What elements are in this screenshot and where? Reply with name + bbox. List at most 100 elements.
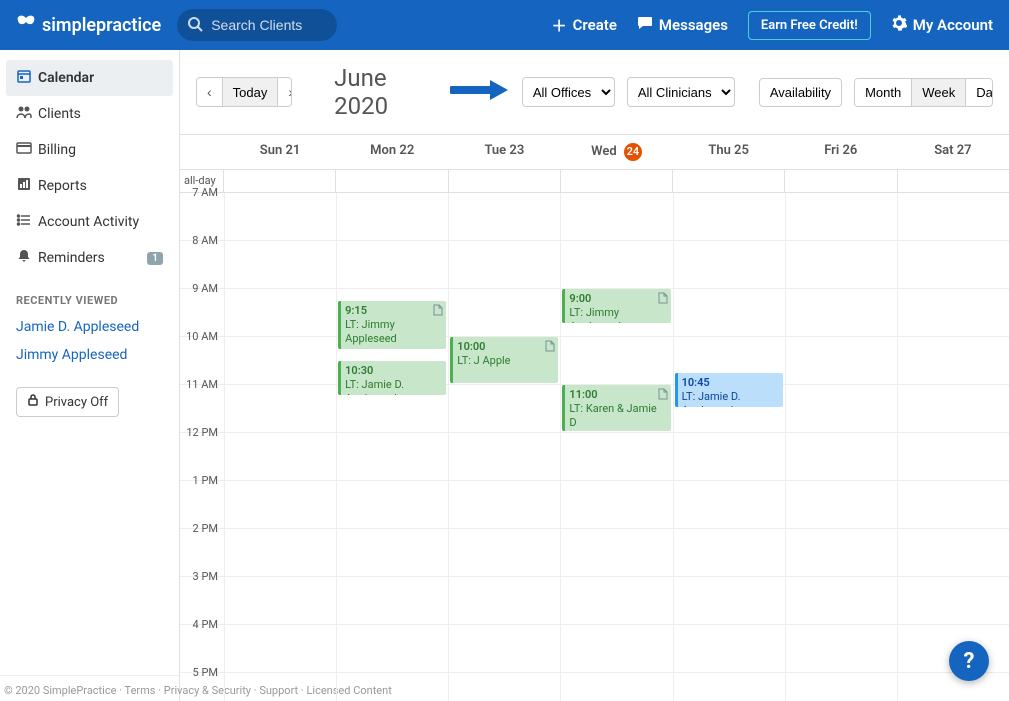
main: ‹ Today › June 2020 All Offices All Clin… bbox=[180, 50, 1009, 701]
chat-icon bbox=[637, 15, 653, 35]
calendar-body: 7 AM8 AM9 AM10 AM11 AM12 PM1 PM2 PM3 PM4… bbox=[180, 193, 1009, 701]
sidebar-item-clients[interactable]: Clients bbox=[0, 96, 179, 132]
messages-label: Messages bbox=[659, 16, 728, 34]
hour-label: 10 AM bbox=[180, 330, 224, 377]
sidebar-item-reminders[interactable]: Reminders 1 bbox=[0, 240, 179, 276]
my-account-button[interactable]: My Account bbox=[891, 15, 993, 35]
arrow-annotation-icon bbox=[450, 78, 510, 106]
event-time: 9:00 bbox=[569, 292, 666, 306]
privacy-label: Privacy Off bbox=[45, 395, 108, 410]
availability-button[interactable]: Availability bbox=[759, 78, 842, 107]
next-button[interactable]: › bbox=[277, 78, 292, 106]
allday-cell[interactable] bbox=[784, 170, 896, 192]
calendar-event[interactable]: 10:00LT: J Apple bbox=[450, 337, 558, 383]
brand-logo[interactable]: simplepractice bbox=[16, 15, 161, 36]
clinician-filter[interactable]: All Clinicians bbox=[627, 77, 735, 107]
calendar-event[interactable]: 9:15LT: Jimmy Appleseed bbox=[338, 301, 446, 349]
calendar-icon bbox=[16, 68, 38, 88]
search-wrap bbox=[177, 9, 337, 41]
view-switcher: Month Week Day bbox=[854, 78, 993, 107]
event-label: LT: Jamie D. Appleseed bbox=[345, 378, 404, 395]
view-month[interactable]: Month bbox=[855, 79, 911, 106]
create-button[interactable]: ＋ Create bbox=[552, 15, 617, 36]
calendar-toolbar: ‹ Today › June 2020 All Offices All Clin… bbox=[180, 50, 1009, 134]
privacy-toggle[interactable]: Privacy Off bbox=[16, 387, 119, 417]
sidebar-item-calendar[interactable]: Calendar bbox=[6, 60, 173, 96]
event-time: 10:30 bbox=[345, 364, 442, 378]
allday-cell[interactable] bbox=[335, 170, 447, 192]
day-header: Sun 21 bbox=[224, 135, 336, 169]
calendar-event[interactable]: 10:45LT: Jamie D. Appleseed bbox=[675, 373, 783, 407]
create-label: Create bbox=[573, 16, 617, 34]
event-label: LT: Jamie D. Appleseed bbox=[682, 390, 741, 407]
chevron-left-icon: ‹ bbox=[207, 84, 212, 100]
sidebar-item-label: Account Activity bbox=[38, 214, 139, 230]
allday-cell[interactable] bbox=[560, 170, 672, 192]
recently-viewed-label: RECENTLY VIEWED bbox=[0, 276, 179, 313]
event-time: 10:45 bbox=[682, 376, 779, 390]
document-icon bbox=[545, 340, 555, 356]
view-day[interactable]: Day bbox=[965, 79, 993, 106]
sidebar-item-billing[interactable]: Billing bbox=[0, 132, 179, 168]
topbar-right: ＋ Create Messages Earn Free Credit! My A… bbox=[552, 11, 993, 40]
allday-cell[interactable] bbox=[224, 170, 335, 192]
allday-cell[interactable] bbox=[672, 170, 784, 192]
lock-icon bbox=[27, 394, 39, 410]
sidebar-badge: 1 bbox=[147, 252, 163, 265]
day-header: Sat 27 bbox=[897, 135, 1009, 169]
hour-label: 8 AM bbox=[180, 234, 224, 281]
day-header: Thu 25 bbox=[673, 135, 785, 169]
bell-icon bbox=[16, 248, 38, 268]
view-week[interactable]: Week bbox=[911, 79, 965, 106]
today-button[interactable]: Today bbox=[222, 78, 278, 106]
day-column bbox=[224, 193, 336, 701]
chevron-right-icon: › bbox=[288, 84, 292, 100]
help-button[interactable]: ? bbox=[949, 641, 989, 681]
topbar: simplepractice ＋ Create Messages Earn Fr… bbox=[0, 0, 1009, 50]
allday-row: all-day bbox=[180, 170, 1009, 193]
list-icon bbox=[16, 212, 38, 232]
day-column bbox=[785, 193, 897, 701]
sidebar-item-reports[interactable]: Reports bbox=[0, 168, 179, 204]
brand-name: simplepractice bbox=[42, 15, 161, 36]
event-label: LT: J Apple bbox=[457, 354, 510, 367]
day-column: 10:00LT: J Apple bbox=[448, 193, 560, 701]
search-icon bbox=[187, 16, 203, 36]
hour-label: 11 AM bbox=[180, 378, 224, 425]
calendar-event[interactable]: 11:00LT: Karen & Jamie D bbox=[562, 385, 670, 431]
recent-link[interactable]: Jimmy Appleseed bbox=[0, 341, 179, 369]
sidebar-item-account-activity[interactable]: Account Activity bbox=[0, 204, 179, 240]
messages-button[interactable]: Messages bbox=[637, 15, 728, 35]
hour-label: 4 PM bbox=[180, 618, 224, 665]
event-label: LT: Jimmy Appleseed bbox=[569, 306, 621, 323]
sidebar-item-label: Calendar bbox=[38, 70, 94, 86]
sidebar-item-label: Reminders bbox=[38, 250, 105, 266]
footer: © 2020 SimplePractice · Terms · Privacy … bbox=[0, 675, 179, 701]
office-filter[interactable]: All Offices bbox=[522, 77, 615, 107]
calendar-title: June 2020 bbox=[334, 64, 434, 120]
calendar-event[interactable]: 9:00LT: Jimmy Appleseed bbox=[562, 289, 670, 323]
recent-link[interactable]: Jamie D. Appleseed bbox=[0, 313, 179, 341]
allday-cell[interactable] bbox=[448, 170, 560, 192]
document-icon bbox=[658, 388, 668, 404]
day-header: Mon 22 bbox=[336, 135, 448, 169]
event-label: LT: Jimmy Appleseed bbox=[345, 318, 397, 345]
prev-button[interactable]: ‹ bbox=[197, 78, 222, 106]
today-badge: 24 bbox=[624, 143, 642, 161]
hour-label: 12 PM bbox=[180, 426, 224, 473]
event-time: 9:15 bbox=[345, 304, 442, 318]
card-icon bbox=[16, 140, 38, 160]
sidebar: Calendar Clients BillingReports Account Act… bbox=[0, 50, 180, 701]
allday-cell[interactable] bbox=[897, 170, 1009, 192]
day-column: 9:15LT: Jimmy Appleseed 10:30LT: Jamie D.… bbox=[336, 193, 448, 701]
day-column bbox=[897, 193, 1009, 701]
day-header-row: Sun 21Mon 22Tue 23Wed 24Thu 25Fri 26Sat … bbox=[180, 135, 1009, 170]
earn-credit-button[interactable]: Earn Free Credit! bbox=[748, 11, 871, 40]
hour-label: 9 AM bbox=[180, 282, 224, 329]
event-label: LT: Karen & Jamie D bbox=[569, 402, 656, 429]
sidebar-item-label: Clients bbox=[38, 106, 81, 122]
calendar: Sun 21Mon 22Tue 23Wed 24Thu 25Fri 26Sat … bbox=[180, 134, 1009, 701]
calendar-event[interactable]: 10:30LT: Jamie D. Appleseed bbox=[338, 361, 446, 395]
document-icon bbox=[433, 304, 443, 320]
chart-icon bbox=[16, 176, 38, 196]
